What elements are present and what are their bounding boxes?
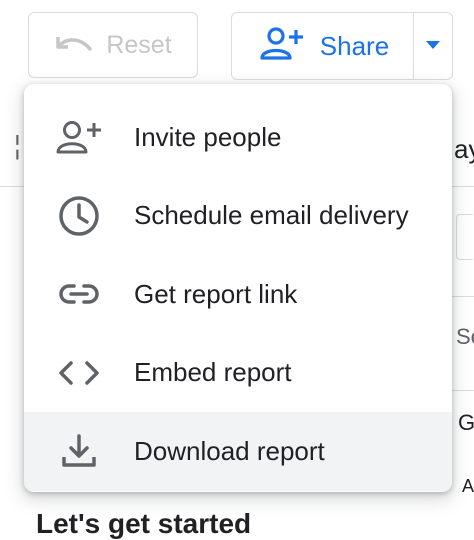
bg-input-edge	[456, 214, 473, 260]
page-divider	[452, 296, 474, 297]
menu-item-label: Schedule email delivery	[134, 200, 409, 231]
menu-item-download-report[interactable]: Download report	[24, 412, 452, 491]
share-button-group: Share	[231, 12, 453, 80]
reset-button[interactable]: Reset	[28, 12, 198, 78]
menu-item-label: Invite people	[134, 121, 282, 152]
bg-text-fragment: Se	[456, 324, 474, 349]
menu-item-get-link[interactable]: Get report link	[24, 255, 452, 334]
share-menu: Invite people Schedule email delivery Ge…	[24, 84, 452, 492]
share-label: Share	[319, 30, 390, 61]
page-divider	[452, 390, 474, 391]
menu-item-schedule-email[interactable]: Schedule email delivery	[24, 177, 452, 256]
menu-item-embed-report[interactable]: Embed report	[24, 334, 452, 413]
menu-item-label: Get report link	[134, 278, 298, 309]
link-icon	[54, 269, 104, 319]
code-icon	[54, 348, 104, 398]
download-icon	[54, 426, 104, 476]
bg-text-fragment: G	[458, 410, 474, 435]
add-person-icon	[54, 112, 104, 162]
share-button[interactable]: Share	[232, 13, 414, 79]
menu-item-label: Embed report	[134, 357, 292, 388]
clock-icon	[54, 191, 104, 241]
menu-item-invite-people[interactable]: Invite people	[24, 98, 452, 177]
reset-label: Reset	[106, 30, 172, 59]
add-person-icon	[260, 26, 304, 67]
undo-icon	[54, 33, 94, 57]
caret-down-icon	[425, 37, 441, 55]
bg-text-fragment: ¦	[14, 130, 21, 160]
share-dropdown-toggle[interactable]	[414, 13, 452, 79]
bg-text-fragment: ay	[454, 134, 474, 164]
bg-text-fragment: A	[462, 476, 474, 496]
page-heading: Let's get started	[36, 508, 252, 539]
menu-item-label: Download report	[134, 435, 325, 466]
